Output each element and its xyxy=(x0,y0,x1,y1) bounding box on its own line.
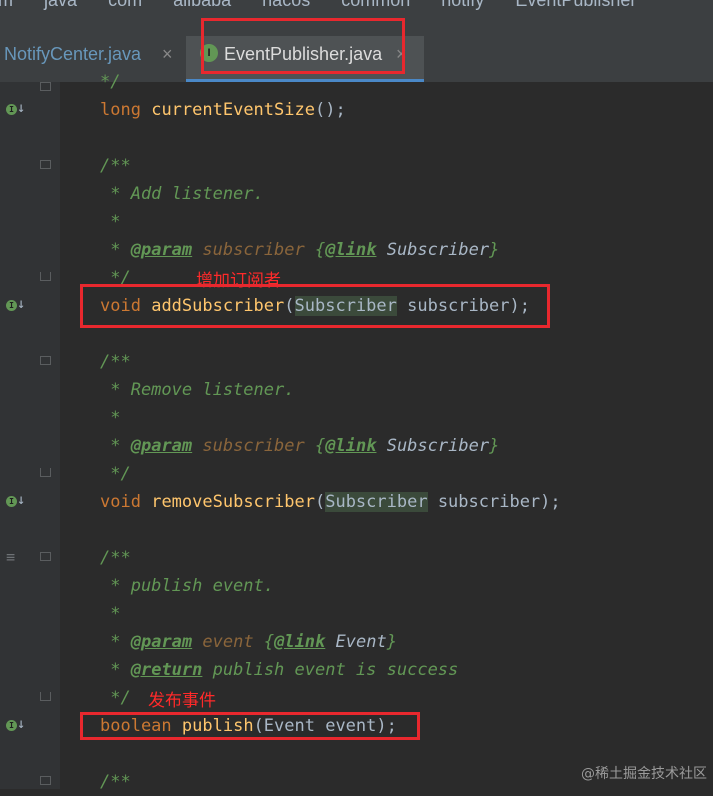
code-line: * xyxy=(100,604,121,624)
implemented-method-icon[interactable]: I ↓ xyxy=(6,492,26,510)
code-line: * @param subscriber {@link Subscriber} xyxy=(100,436,500,456)
code-line: */ xyxy=(100,72,121,92)
fold-icon[interactable] xyxy=(40,468,51,477)
breadcrumb-item[interactable]: com xyxy=(108,0,142,10)
fold-icon[interactable] xyxy=(40,160,51,169)
code-line: */ xyxy=(110,464,131,484)
implemented-method-icon[interactable]: I ↓ xyxy=(6,716,26,734)
breadcrumb-item[interactable]: common xyxy=(341,0,410,10)
gutter xyxy=(0,82,60,789)
breadcrumb-item[interactable]: java xyxy=(44,0,77,10)
code-line: /** xyxy=(100,156,131,176)
code-line: * @return publish event is success xyxy=(100,660,459,680)
fold-icon[interactable] xyxy=(40,692,51,701)
annotation-publish: 发布事件 xyxy=(148,691,216,711)
tab-label: NotifyCenter.java xyxy=(4,44,142,64)
highlight-box-publish xyxy=(80,712,420,740)
code-line: * xyxy=(100,212,121,232)
code-line: void removeSubscriber(Subscriber subscri… xyxy=(100,492,561,512)
implemented-method-icon[interactable]: I ↓ xyxy=(6,296,26,314)
code-line: /** xyxy=(100,548,131,568)
fold-icon[interactable] xyxy=(40,776,51,785)
breadcrumb-item[interactable]: alibaba xyxy=(173,0,231,10)
code-line: long currentEventSize(); xyxy=(100,100,346,120)
highlight-box-add xyxy=(80,284,550,328)
list-icon[interactable]: ≡ xyxy=(6,548,15,566)
code-line: * publish event. xyxy=(100,576,274,596)
code-line: * Add listener. xyxy=(100,184,264,204)
code-line: * Remove listener. xyxy=(100,380,295,400)
fold-icon[interactable] xyxy=(40,552,51,561)
tab-notifycenter[interactable]: NotifyCenter.java × xyxy=(0,36,184,72)
code-line: /** xyxy=(100,772,131,792)
fold-icon[interactable] xyxy=(40,356,51,365)
highlight-box-tab xyxy=(201,18,405,74)
breadcrumb: m java com alibaba nacos common notify E… xyxy=(0,0,713,14)
breadcrumb-item[interactable]: nacos xyxy=(262,0,310,10)
breadcrumb-item[interactable]: notify xyxy=(441,0,484,10)
close-icon[interactable]: × xyxy=(162,38,173,70)
code-line: * @param subscriber {@link Subscriber} xyxy=(100,240,500,260)
breadcrumb-item[interactable]: EventPublisher xyxy=(515,0,636,10)
code-line: */ xyxy=(110,688,131,708)
implemented-method-icon[interactable]: I ↓ xyxy=(6,100,26,118)
fold-icon[interactable] xyxy=(40,272,51,281)
breadcrumb-item[interactable]: m xyxy=(0,0,13,10)
fold-icon[interactable] xyxy=(40,82,51,91)
code-line: * xyxy=(100,408,121,428)
watermark: @稀土掘金技术社区 xyxy=(581,766,707,782)
code-line: * @param event {@link Event} xyxy=(100,632,397,652)
code-line: /** xyxy=(100,352,131,372)
